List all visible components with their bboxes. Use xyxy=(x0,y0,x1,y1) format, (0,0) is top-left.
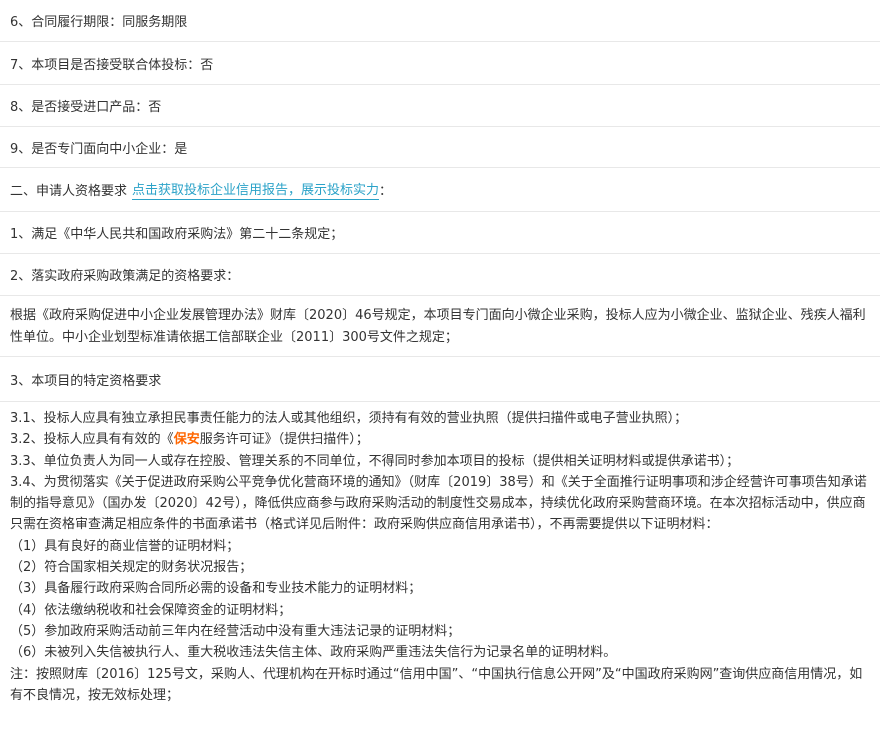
qualification-heading: 二、申请人资格要求 xyxy=(10,184,128,199)
specific-requirements-heading: 3、本项目的特定资格要求 xyxy=(10,373,162,389)
requirement-3-2: 3.2、投标人应具有有效的《保安服务许可证》（提供扫描件）； xyxy=(10,432,369,448)
sme-only-row: 9、是否专门面向中小企业：是 xyxy=(0,127,880,168)
list-item-1: （1）具有良好的商业信誉的证明材料； xyxy=(10,538,240,554)
sme-only-text: 9、是否专门面向中小企业：是 xyxy=(10,141,188,157)
contract-period-row: 6、合同履行期限：同服务期限 xyxy=(0,0,880,42)
consortium-bid-text: 7、本项目是否接受联合体投标：否 xyxy=(10,57,214,73)
list-item-6: （6）未被列入失信被执行人、重大税收违法失信主体、政府采购严重违法失信行为记录名… xyxy=(10,645,617,661)
list-item-2: （2）符合国家相关规定的财务状况报告； xyxy=(10,560,253,576)
sme-policy-text: 根据《政府采购促进中小企业发展管理办法》财库〔2020〕46号规定，本项目专门面… xyxy=(10,308,866,345)
requirement-3-4: 3.4、为贯彻落实《关于促进政府采购公平竞争优化营商环境的通知》（财库〔2019… xyxy=(10,474,867,533)
qualification-heading-row: 二、申请人资格要求 点击获取投标企业信用报告，展示投标实力 ： xyxy=(0,168,880,212)
policy-requirement-text: 2、落实政府采购政策满足的资格要求： xyxy=(10,269,240,284)
consortium-bid-row: 7、本项目是否接受联合体投标：否 xyxy=(0,42,880,85)
requirement-3-1: 3.1、投标人应具有独立承担民事责任能力的法人或其他组织，须持有有效的营业执照（… xyxy=(10,411,688,426)
credit-check-note: 注：按照财库〔2016〕125号文，采购人、代理机构在开标时通过“信用中国”、“… xyxy=(10,666,863,703)
list-item-5: （5）参加政府采购活动前三年内在经营活动中没有重大违法记录的证明材料； xyxy=(10,623,461,639)
list-item-4: （4）依法缴纳税收和社会保障资金的证明材料； xyxy=(10,602,292,618)
specific-requirements-list: 3.1、投标人应具有独立承担民事责任能力的法人或其他组织，须持有有效的营业执照（… xyxy=(0,402,880,706)
credit-report-link[interactable]: 点击获取投标企业信用报告，展示投标实力 xyxy=(132,179,380,200)
security-highlight: 保安 xyxy=(173,432,200,448)
specific-requirements-row: 3、本项目的特定资格要求 xyxy=(0,357,880,402)
sme-policy-row: 根据《政府采购促进中小企业发展管理办法》财库〔2020〕46号规定，本项目专门面… xyxy=(0,296,880,357)
contract-period-text: 6、合同履行期限：同服务期限 xyxy=(10,15,188,30)
list-item-3: （3）具备履行政府采购合同所必需的设备和专业技术能力的证明材料； xyxy=(10,581,422,597)
heading-colon: ： xyxy=(379,184,393,199)
policy-requirement-row: 2、落实政府采购政策满足的资格要求： xyxy=(0,254,880,296)
requirement-3-3: 3.3、单位负责人为同一人或存在控股、管理关系的不同单位，不得同时参加本项目的投… xyxy=(10,453,740,469)
imported-products-text: 8、是否接受进口产品：否 xyxy=(10,100,162,115)
procurement-law-text: 1、满足《中华人民共和国政府采购法》第二十二条规定； xyxy=(10,227,344,242)
announcement-content: 6、合同履行期限：同服务期限 7、本项目是否接受联合体投标：否 8、是否接受进口… xyxy=(0,0,880,706)
procurement-law-row: 1、满足《中华人民共和国政府采购法》第二十二条规定； xyxy=(0,212,880,254)
imported-products-row: 8、是否接受进口产品：否 xyxy=(0,85,880,127)
